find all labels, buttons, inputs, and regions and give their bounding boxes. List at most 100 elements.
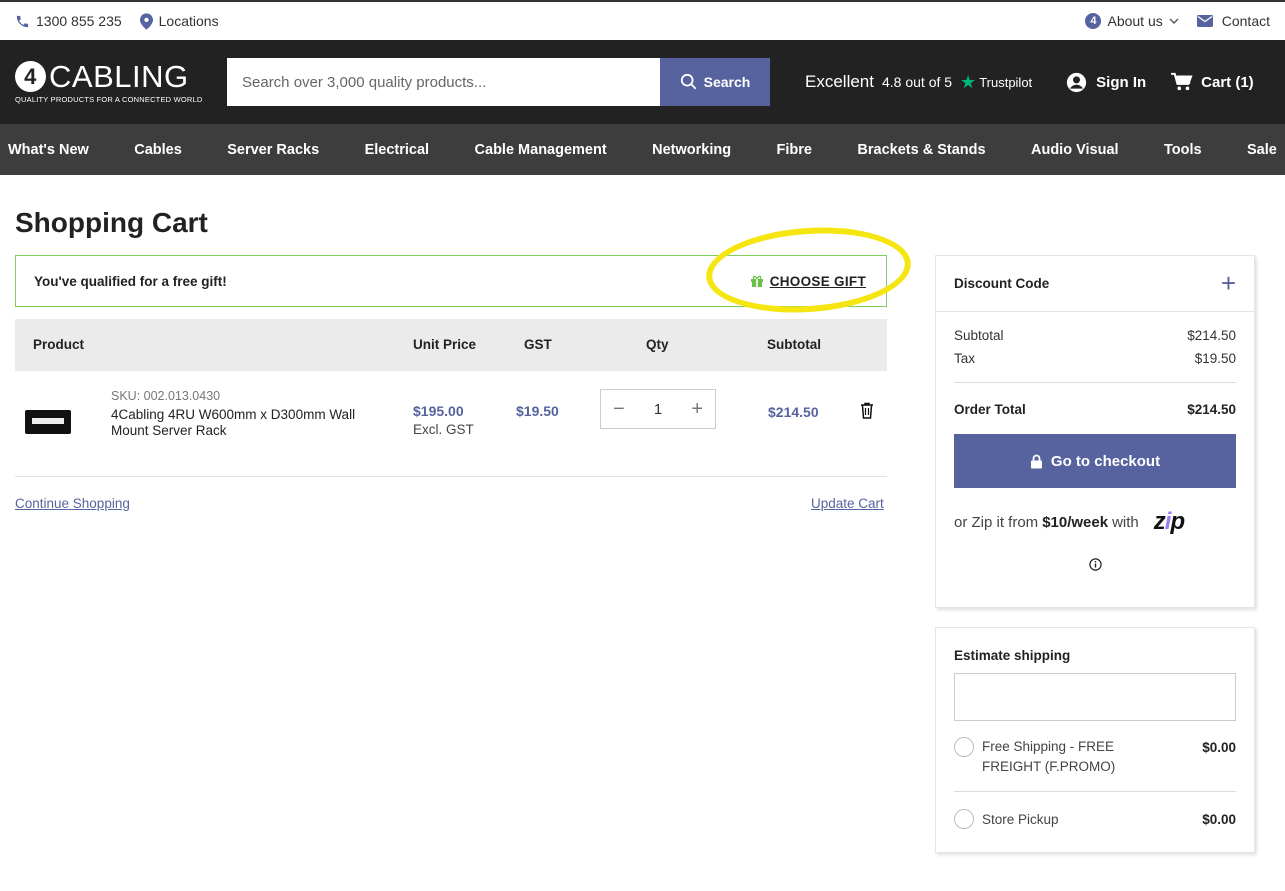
zip-prefix: or Zip it from bbox=[954, 513, 1039, 531]
gift-message: You've qualified for a free gift! bbox=[34, 273, 227, 289]
page-title: Shopping Cart bbox=[15, 207, 208, 238]
nav-item-tools[interactable]: Tools bbox=[1164, 142, 1202, 158]
site-header: 4 CABLING QUALITY PRODUCTS FOR A CONNECT… bbox=[0, 40, 1285, 124]
nav-item-electrical[interactable]: Electrical bbox=[365, 142, 430, 158]
chevron-down-icon bbox=[1169, 18, 1179, 24]
go-to-checkout-button[interactable]: Go to checkout bbox=[954, 434, 1236, 488]
logo-text: CABLING bbox=[49, 58, 189, 94]
tax-label: Tax bbox=[954, 351, 976, 366]
product-name-link[interactable]: 4Cabling 4RU W600mm x D300mm Wall Mount … bbox=[111, 407, 381, 439]
cart-label: Cart (1) bbox=[1201, 73, 1254, 91]
discount-code-label: Discount Code bbox=[954, 276, 1050, 291]
user-icon bbox=[1067, 72, 1087, 92]
nav-item-brackets-stands[interactable]: Brackets & Stands bbox=[857, 142, 985, 158]
cart-link[interactable]: Cart (1) bbox=[1171, 72, 1254, 92]
search-button-label: Search bbox=[703, 74, 751, 90]
subtotal-label: Subtotal bbox=[954, 328, 1004, 343]
order-total-value: $214.50 bbox=[1187, 402, 1236, 417]
locations-link[interactable]: Locations bbox=[139, 12, 219, 30]
info-icon[interactable] bbox=[936, 558, 1254, 574]
shipping-divider bbox=[954, 791, 1236, 792]
header-qty: Qty bbox=[646, 337, 669, 352]
quantity-stepper: − 1 + bbox=[600, 389, 716, 429]
product-sku: SKU: 002.013.0430 bbox=[111, 389, 221, 403]
sign-in-link[interactable]: Sign In bbox=[1066, 72, 1146, 93]
table-row: SKU: 002.013.0430 4Cabling 4RU W600mm x … bbox=[15, 371, 887, 477]
continue-shopping-link[interactable]: Continue Shopping bbox=[15, 496, 130, 511]
estimate-shipping-panel: Estimate shipping Free Shipping - FREE F… bbox=[935, 627, 1255, 853]
excl-gst-note: Excl. GST bbox=[413, 422, 474, 437]
gift-icon bbox=[750, 275, 763, 287]
category-nav: What's New Cables Server Racks Electrica… bbox=[0, 124, 1285, 175]
checkout-label: Go to checkout bbox=[1050, 452, 1161, 470]
increase-qty-button[interactable]: + bbox=[691, 398, 703, 421]
phone-link[interactable]: 1300 855 235 bbox=[15, 13, 122, 29]
nav-item-networking[interactable]: Networking bbox=[652, 142, 731, 158]
plus-icon: + bbox=[1220, 268, 1236, 298]
tax-row: Tax $19.50 bbox=[936, 351, 1254, 366]
product-thumbnail[interactable] bbox=[25, 410, 71, 434]
trustpilot-rating[interactable]: Excellent 4.8 out of 5 ★ Trustpilot bbox=[805, 72, 1032, 93]
shipping-option-price: $0.00 bbox=[1202, 740, 1236, 755]
order-summary-panel: Discount Code + Subtotal $214.50 Tax $19… bbox=[935, 255, 1255, 608]
discount-code-toggle[interactable]: Discount Code + bbox=[936, 256, 1254, 312]
unit-price: $195.00 bbox=[413, 403, 464, 419]
sign-in-label: Sign In bbox=[1096, 73, 1147, 91]
shipping-option-label: Store Pickup bbox=[982, 812, 1059, 827]
zip-logo: zip bbox=[1153, 508, 1185, 535]
nav-item-whats-new[interactable]: What's New bbox=[8, 142, 89, 158]
shipping-option-pickup[interactable]: Store Pickup $0.00 bbox=[936, 809, 1254, 829]
search-input[interactable] bbox=[227, 58, 660, 106]
shipping-option-label: Free Shipping - FREE FREIGHT (F.PROMO) bbox=[982, 739, 1116, 774]
locations-label: Locations bbox=[158, 13, 219, 29]
subtotal-row: Subtotal $214.50 bbox=[936, 328, 1254, 343]
location-pin-icon bbox=[139, 12, 153, 30]
nav-item-audio-visual[interactable]: Audio Visual bbox=[1031, 142, 1119, 158]
rating-score: 4.8 out of 5 bbox=[881, 74, 953, 90]
rating-word: Excellent bbox=[805, 72, 874, 91]
zip-pay-promo: or Zip it from $10/week with zip bbox=[936, 508, 1254, 536]
header-gst: GST bbox=[524, 337, 552, 352]
nav-item-cables[interactable]: Cables bbox=[134, 142, 182, 158]
search-button[interactable]: Search bbox=[660, 58, 770, 106]
choose-gift-link[interactable]: CHOOSE GIFT bbox=[750, 274, 866, 289]
site-logo[interactable]: 4 CABLING QUALITY PRODUCTS FOR A CONNECT… bbox=[15, 58, 210, 104]
row-subtotal: $214.50 bbox=[768, 404, 819, 420]
estimate-shipping-title: Estimate shipping bbox=[954, 648, 1071, 663]
decrease-qty-button[interactable]: − bbox=[613, 398, 625, 421]
summary-divider bbox=[954, 382, 1236, 383]
about-us-label: About us bbox=[1107, 13, 1163, 29]
tax-value: $19.50 bbox=[1194, 351, 1236, 366]
radio-free-shipping[interactable] bbox=[954, 737, 974, 757]
nav-item-cable-management[interactable]: Cable Management bbox=[475, 142, 607, 158]
order-total-row: Order Total $214.50 bbox=[936, 402, 1254, 417]
nav-item-sale[interactable]: Sale bbox=[1247, 142, 1277, 158]
header-unit-price: Unit Price bbox=[413, 337, 477, 352]
nav-item-server-racks[interactable]: Server Racks bbox=[227, 142, 319, 158]
radio-store-pickup[interactable] bbox=[954, 809, 974, 829]
header-subtotal: Subtotal bbox=[767, 337, 821, 352]
search-bar: Search bbox=[227, 58, 770, 106]
gst-value: $19.50 bbox=[516, 403, 559, 419]
phone-icon bbox=[16, 15, 29, 27]
star-icon: ★ bbox=[960, 71, 977, 92]
zip-amount: $10/week bbox=[1042, 513, 1109, 531]
subtotal-value: $214.50 bbox=[1187, 328, 1236, 343]
cart-icon bbox=[1171, 72, 1193, 91]
zip-suffix: with bbox=[1112, 513, 1139, 531]
cart-table-header: Product Unit Price GST Qty Subtotal bbox=[15, 319, 887, 371]
utility-bar: 1300 855 235 Locations 4 About us Contac… bbox=[0, 0, 1285, 40]
envelope-icon bbox=[1196, 15, 1213, 27]
trash-icon[interactable] bbox=[860, 402, 874, 419]
shipping-option-free[interactable]: Free Shipping - FREE FREIGHT (F.PROMO) $… bbox=[936, 737, 1254, 777]
shipping-postcode-input[interactable] bbox=[954, 673, 1236, 721]
about-us-menu[interactable]: 4 About us bbox=[1085, 13, 1179, 29]
logo-tagline: QUALITY PRODUCTS FOR A CONNECTED WORLD bbox=[15, 94, 203, 104]
update-cart-link[interactable]: Update Cart bbox=[811, 496, 884, 511]
quantity-value[interactable]: 1 bbox=[654, 401, 662, 418]
nav-item-fibre[interactable]: Fibre bbox=[777, 142, 812, 158]
contact-link[interactable]: Contact bbox=[1196, 13, 1270, 29]
free-gift-banner: You've qualified for a free gift! CHOOSE… bbox=[15, 255, 887, 307]
lock-icon bbox=[1030, 454, 1042, 468]
order-total-label: Order Total bbox=[954, 402, 1026, 417]
